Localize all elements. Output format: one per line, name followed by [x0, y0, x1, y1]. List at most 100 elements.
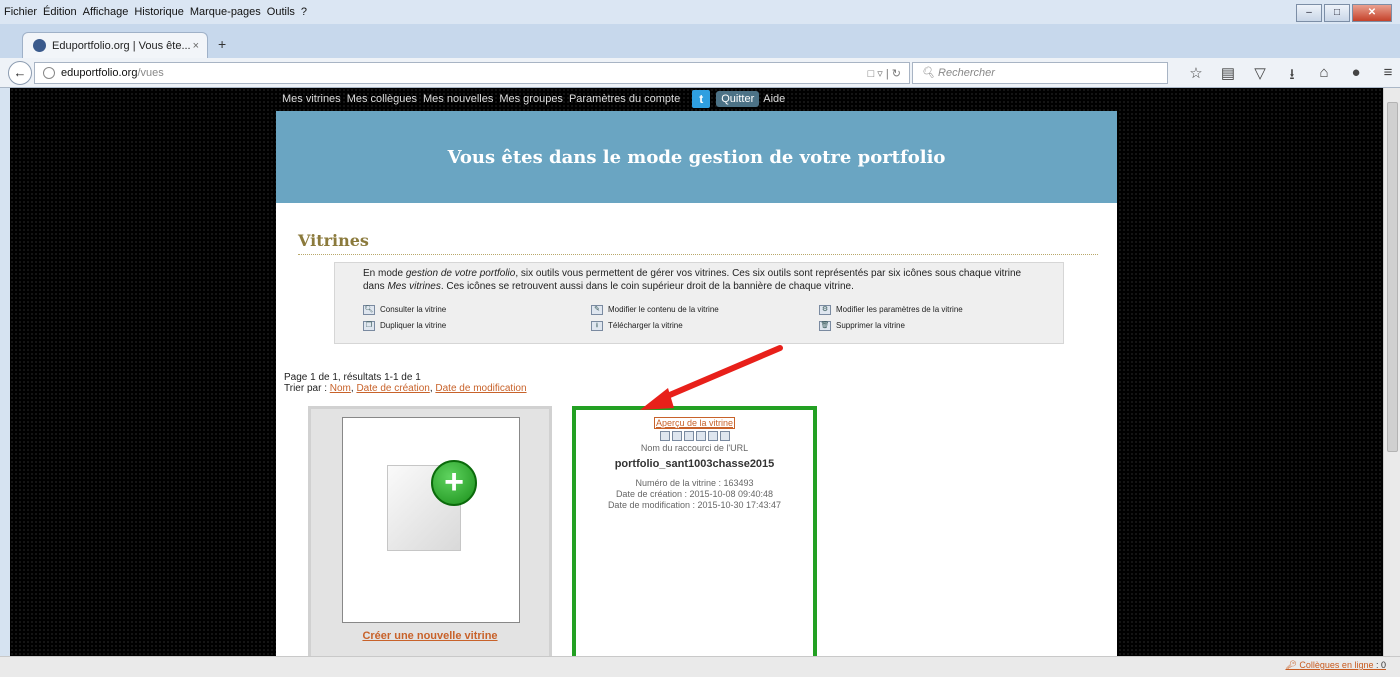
site-favicon-icon	[33, 39, 46, 52]
info-text-emphasis: gestion de votre portfolio	[405, 268, 516, 279]
green-plus-icon: +	[431, 460, 477, 506]
nav-mes-groupes[interactable]: Mes groupes	[499, 93, 563, 105]
url-shortcut-label: Nom du raccourci de l'URL	[640, 443, 749, 453]
close-window-button[interactable]: ✕	[1352, 4, 1392, 22]
section-title: Vitrines	[298, 231, 369, 250]
tool-delete: 🗑︎ Supprimer la vitrine	[819, 319, 1047, 332]
banner-title: Vous êtes dans le mode gestion de votre …	[447, 146, 946, 168]
navigation-bar: ← eduportfolio.org /vues □ ▿ | ↻ 🔍︎ Rech…	[0, 58, 1400, 88]
menu-edition[interactable]: Édition	[43, 6, 77, 18]
tool-label: Modifier le contenu de la vitrine	[608, 305, 719, 314]
info-text-part: . Ces icônes se retrouvent aussi dans le…	[440, 281, 854, 292]
page-scrollbar[interactable]	[1383, 88, 1400, 656]
sort-by-created-link[interactable]: Date de création	[356, 383, 429, 394]
online-colleagues[interactable]: 🔑︎ Collègues en ligne : 0	[1285, 660, 1386, 671]
new-vitrine-card[interactable]: + Créer une nouvelle vitrine	[308, 406, 552, 656]
annotation-arrow-icon	[640, 345, 783, 410]
edit-content-icon[interactable]	[671, 431, 682, 441]
menu-historique[interactable]: Historique	[134, 6, 184, 18]
pagination-info: Page 1 de 1, résultats 1-1 de 1 Trier pa…	[284, 372, 527, 394]
tab-title: Eduportfolio.org | Vous ête...	[52, 39, 191, 52]
scrollbar-thumb[interactable]	[1387, 102, 1398, 452]
settings-magnifier-icon: ⚙	[819, 304, 831, 315]
info-text-part: En mode	[363, 268, 406, 279]
window-controls: – □ ✕	[1294, 4, 1392, 22]
nav-mes-collegues[interactable]: Mes collègues	[347, 93, 417, 105]
back-arrow-icon: ←	[13, 65, 27, 80]
help-link[interactable]: Aide	[763, 93, 785, 105]
home-icon[interactable]: ⌂	[1308, 64, 1340, 89]
tool-edit-settings: ⚙ Modifier les paramètres de la vitrine	[819, 303, 1047, 316]
site-top-nav: Mes vitrines Mes collègues Mes nouvelles…	[282, 88, 791, 110]
sort-by-modified-link[interactable]: Date de modification	[435, 383, 526, 394]
tool-label: Consulter la vitrine	[380, 305, 447, 314]
hamburger-menu-icon[interactable]: ≡	[1372, 64, 1400, 89]
online-count: : 0	[1375, 660, 1386, 670]
menu-help[interactable]: ?	[301, 6, 307, 18]
magnifier-icon: 🔍︎	[363, 304, 375, 315]
edit-pencil-icon: ✎	[591, 304, 603, 315]
vitrine-tool-icons	[576, 431, 813, 441]
toolbar-icons: ☆ ▤ ▽ ⭳ ⌂ ● ≡	[1180, 64, 1400, 89]
tool-label: Télécharger la vitrine	[608, 321, 683, 330]
tool-label: Modifier les paramètres de la vitrine	[836, 305, 963, 314]
tab-bar: Eduportfolio.org | Vous ête... × +	[0, 24, 1400, 58]
nav-mes-nouvelles[interactable]: Mes nouvelles	[423, 93, 493, 105]
vitrine-card: Aperçu de la vitrine Nom du raccourci de…	[572, 406, 817, 656]
tool-label: Dupliquer la vitrine	[380, 321, 447, 330]
new-tab-button[interactable]: +	[218, 36, 226, 52]
main-content: Vitrines En mode gestion de votre portfo…	[276, 203, 1117, 656]
tools-legend: 🔍︎ Consulter la vitrine ✎ Modifier le cont…	[363, 303, 1035, 332]
vitrine-name: portfolio_sant1003chasse2015	[614, 458, 775, 470]
nav-parametres-compte[interactable]: Paramètres du compte	[569, 93, 680, 105]
create-vitrine-link[interactable]: Créer une nouvelle vitrine	[311, 630, 549, 642]
quit-button[interactable]: Quitter	[716, 91, 760, 107]
section-divider	[298, 254, 1098, 255]
tool-label: Supprimer la vitrine	[836, 321, 905, 330]
page-results: Page 1 de 1, résultats 1-1 de 1	[284, 372, 421, 383]
duplicate-icon[interactable]	[695, 431, 706, 441]
browser-tab[interactable]: Eduportfolio.org | Vous ête... ×	[22, 32, 208, 58]
consult-icon[interactable]	[659, 431, 670, 441]
reader-reload-icons[interactable]: □ ▿ | ↻	[868, 67, 901, 80]
vitrine-created: Date de création : 2015-10-08 09:40:48	[615, 489, 774, 499]
tab-close-icon[interactable]: ×	[193, 40, 199, 52]
sort-label: Trier par :	[284, 383, 330, 394]
address-bar[interactable]: eduportfolio.org /vues □ ▿ | ↻	[34, 62, 910, 84]
back-button[interactable]: ←	[8, 61, 32, 85]
trash-icon: 🗑︎	[819, 320, 831, 331]
bookmark-star-icon[interactable]: ☆	[1180, 64, 1212, 89]
menu-marque-pages[interactable]: Marque-pages	[190, 6, 261, 18]
tool-download: ⭳ Télécharger la vitrine	[591, 319, 819, 332]
bookmarks-list-icon[interactable]: ▤	[1212, 64, 1244, 89]
sort-by-name-link[interactable]: Nom	[330, 383, 351, 394]
hello-chat-icon[interactable]: ●	[1340, 64, 1372, 89]
edit-settings-icon[interactable]	[683, 431, 694, 441]
vitrine-preview-link[interactable]: Aperçu de la vitrine	[653, 417, 736, 429]
twitter-icon[interactable]: t	[692, 90, 711, 108]
download-icon[interactable]: ⭳	[1276, 64, 1308, 89]
online-colleagues-link[interactable]: Collègues en ligne	[1299, 660, 1373, 670]
menu-affichage[interactable]: Affichage	[83, 6, 129, 18]
new-vitrine-thumbnail[interactable]: +	[342, 417, 520, 623]
tool-duplicate: ❐ Dupliquer la vitrine	[363, 319, 591, 332]
nav-mes-vitrines[interactable]: Mes vitrines	[282, 93, 341, 105]
site-identity-icon[interactable]	[43, 67, 55, 79]
tool-edit-content: ✎ Modifier le contenu de la vitrine	[591, 303, 819, 316]
vitrine-modified: Date de modification : 2015-10-30 17:43:…	[607, 500, 782, 510]
tools-info-box: En mode gestion de votre portfolio, six …	[334, 262, 1064, 344]
status-bar: 🔑︎ Collègues en ligne : 0	[0, 656, 1400, 677]
search-input[interactable]: 🔍︎ Rechercher	[912, 62, 1168, 84]
vitrine-metadata: Numéro de la vitrine : 163493 Date de cr…	[576, 478, 813, 511]
menu-fichier[interactable]: Fichier	[4, 6, 37, 18]
download-tray-icon: ⭳	[591, 320, 603, 331]
pocket-icon[interactable]: ▽	[1244, 64, 1276, 89]
download-icon[interactable]	[707, 431, 718, 441]
minimize-button[interactable]: –	[1296, 4, 1322, 22]
duplicate-icon: ❐	[363, 320, 375, 331]
delete-icon[interactable]	[719, 431, 730, 441]
url-host: eduportfolio.org	[61, 67, 138, 79]
maximize-button[interactable]: □	[1324, 4, 1350, 22]
menu-bar: Fichier Édition Affichage Historique Mar…	[0, 0, 1400, 24]
menu-outils[interactable]: Outils	[267, 6, 295, 18]
